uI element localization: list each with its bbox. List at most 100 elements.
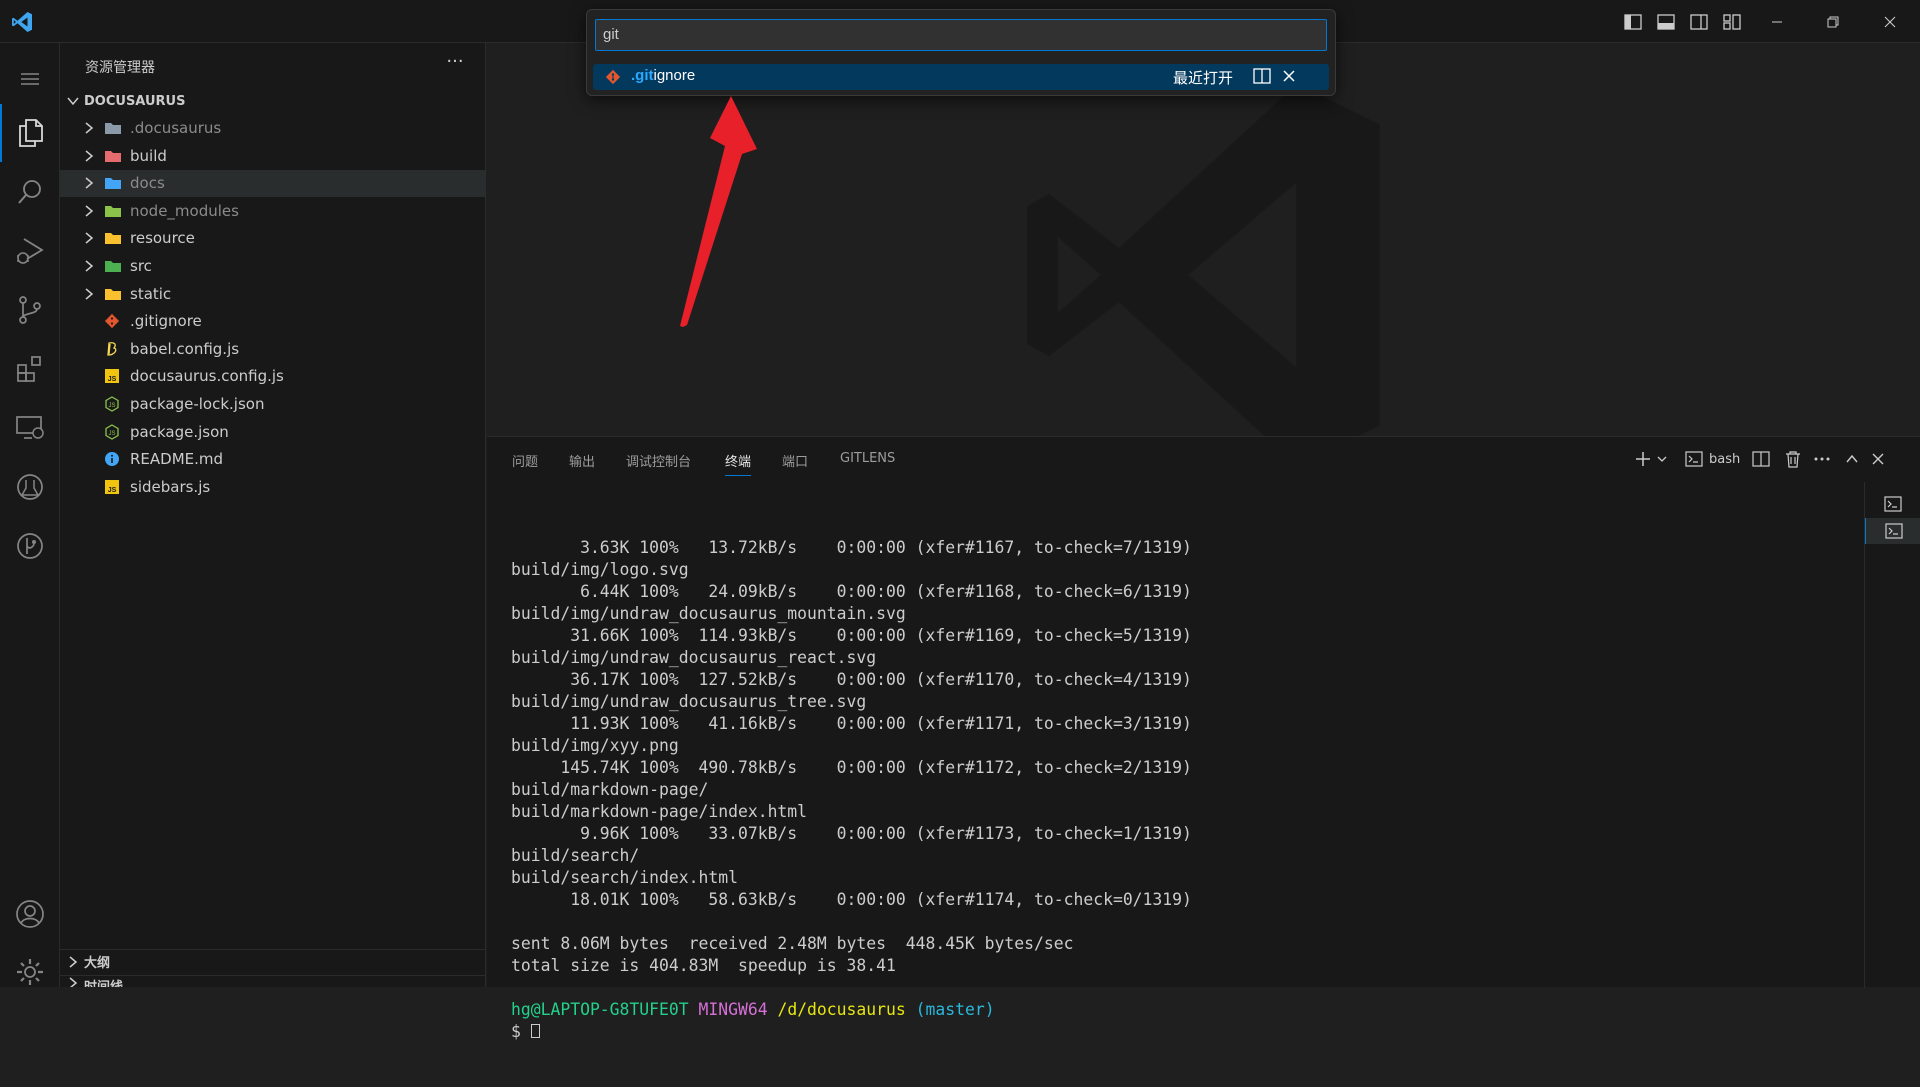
outline-section-header[interactable]: 大纲 [60,949,486,973]
panel-tab[interactable]: 端口 [782,451,808,470]
tree-file[interactable]: README.md [60,446,486,473]
explorer-title: 资源管理器 [85,60,155,76]
tree-folder[interactable]: build [60,143,486,170]
testing-icon[interactable] [0,458,60,516]
close-window-icon[interactable] [1860,0,1920,43]
panel-tab[interactable]: 调试控制台 [626,451,691,470]
chevron-down-icon[interactable] [1656,447,1668,471]
info-icon [104,451,122,469]
explorer-icon[interactable] [0,104,60,162]
folder-name: DOCUSAURUS [84,93,186,109]
search-icon[interactable] [0,163,60,221]
close-panel-icon[interactable] [1871,447,1885,471]
restore-icon[interactable] [1803,0,1863,43]
customize-layout-icon[interactable] [1719,9,1745,35]
open-to-side-icon[interactable] [1253,68,1271,84]
extensions-icon[interactable] [0,340,60,398]
folder-green-src-icon [104,258,122,276]
babel-icon [104,341,122,359]
folder-green-node-icon [104,203,122,221]
tree-file[interactable]: babel.config.js [60,336,486,363]
remove-from-recent-close-icon[interactable] [1281,68,1297,84]
remote-explorer-icon[interactable] [0,399,60,457]
panel-tab[interactable]: 终端 [725,451,752,476]
more-actions-icon[interactable] [1813,447,1831,471]
tree-folder[interactable]: docs [60,170,486,198]
chevron-right-icon [82,231,96,245]
panel-tab[interactable]: GITLENS [840,451,895,466]
chevron-right-icon [82,204,96,218]
nodejs-icon: JS [104,396,122,414]
terminal-line: 9.96K 100% 33.07kB/s 0:00:00 (xfer#1173,… [511,824,1192,843]
editor-area [487,43,1920,465]
manage-gear-icon[interactable] [0,943,60,1001]
timeline-section-header[interactable]: 时间线 [60,975,486,987]
shell-label: bash [1709,451,1741,467]
gitlens-icon[interactable] [0,517,60,575]
tree-folder[interactable]: src [60,253,486,280]
tree-item-label: docs [130,174,165,193]
tree-file[interactable]: JS sidebars.js [60,474,486,501]
maximize-panel-icon[interactable] [1845,447,1859,471]
terminal-tab-2[interactable] [1865,518,1920,544]
prompt-line: hg@LAPTOP-G8TUFE0T MINGW64 /d/docusaurus… [511,999,1920,1021]
chevron-down-icon [60,94,84,108]
tree-file[interactable]: .gitignore [60,308,486,335]
terminal-icon [1685,451,1703,467]
quick-open-input[interactable]: git [595,19,1327,51]
kill-terminal-trash-icon[interactable] [1785,447,1801,471]
terminal-line: 18.01K 100% 58.63kB/s 0:00:00 (xfer#1174… [511,890,1192,909]
folder-blue-docs-icon [104,175,122,193]
chevron-right-icon [60,955,84,969]
input-line[interactable]: $ [511,1021,1920,1043]
quick-open-item[interactable]: .gitignore 最近打开 [593,64,1329,90]
terminal-line: sent 8.06M bytes received 2.48M bytes 44… [511,934,1074,953]
tree-file[interactable]: JS package.json [60,419,486,446]
panel-tab[interactable]: 输出 [569,451,595,470]
accounts-icon[interactable] [0,885,60,943]
svg-text:JS: JS [108,376,117,383]
terminal-line: build/img/undraw_docusaurus_tree.svg [511,692,867,711]
tree-item-label: docusaurus.config.js [130,367,284,386]
tree-folder[interactable]: .docusaurus [60,115,486,142]
tree-item-label: resource [130,229,195,248]
terminal-icon [1884,523,1903,539]
svg-text:JS: JS [108,403,115,409]
more-actions-icon[interactable]: ··· [440,51,470,77]
js-icon: JS [104,479,122,497]
tree-item-label: README.md [130,450,224,469]
toggle-panel-icon[interactable] [1653,9,1679,35]
tree-file[interactable]: JS package-lock.json [60,391,486,418]
menu-icon[interactable] [0,50,60,108]
tree-item-label: .gitignore [130,312,202,331]
folder-yellow-icon [104,230,122,248]
new-terminal-icon[interactable] [1634,447,1652,471]
quick-open-widget: git .gitignore 最近打开 [586,9,1336,96]
tree-item-label: babel.config.js [130,339,240,358]
split-terminal-icon[interactable] [1752,447,1770,471]
terminal-line: 36.17K 100% 127.52kB/s 0:00:00 (xfer#117… [511,670,1192,689]
terminal-profile-button[interactable]: bash [1685,447,1740,471]
terminal-tab-1[interactable] [1865,491,1920,517]
nodejs-icon: JS [104,423,122,442]
tree-file[interactable]: JS docusaurus.config.js [60,363,486,390]
folder-section-header[interactable]: DOCUSAURUS [60,89,486,113]
explorer-sidebar: 资源管理器 ··· DOCUSAURUS .docusaurus build doc… [60,43,486,987]
toggle-primary-sidebar-icon[interactable] [1620,9,1646,35]
tree-folder[interactable]: node_modules [60,198,486,225]
tree-item-label: package.json [130,422,229,441]
terminal-line: build/img/undraw_docusaurus_react.svg [511,648,877,667]
terminal-line: 6.44K 100% 24.09kB/s 0:00:00 (xfer#1168,… [511,582,1192,601]
run-debug-icon[interactable] [0,222,60,280]
terminal-line: 3.63K 100% 13.72kB/s 0:00:00 (xfer#1167,… [511,538,1192,557]
source-control-icon[interactable] [0,281,60,339]
toggle-secondary-sidebar-icon[interactable] [1686,9,1712,35]
terminal-line: build/markdown-page/index.html [511,802,808,821]
minimize-icon[interactable] [1747,0,1807,43]
tree-folder[interactable]: resource [60,225,486,252]
terminal-output[interactable]: 3.63K 100% 13.72kB/s 0:00:00 (xfer#1167,… [511,493,1920,1087]
panel-tab[interactable]: 问题 [512,451,538,470]
tree-item-label: src [130,257,152,275]
tree-folder[interactable]: static [60,281,486,308]
